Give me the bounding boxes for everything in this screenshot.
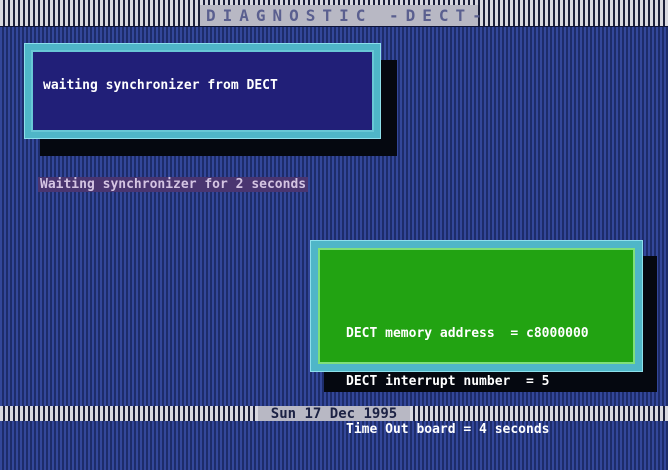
interrupt-number-line: DECT interrupt number = 5 xyxy=(346,374,550,389)
diagnostic-screen: { "header": { "title": "DIAGNOSTIC -DECT… xyxy=(0,0,668,437)
timeout-line: Time Out board = 4 seconds xyxy=(346,422,550,437)
title-bar: DIAGNOSTIC -DECT- xyxy=(0,0,668,27)
info-box: DECT memory address = c8000000 DECT inte… xyxy=(310,240,643,437)
status-bar: Sun 17 Dec 1995 xyxy=(0,406,668,421)
message-box: waiting synchronizer from DECT xyxy=(24,43,381,139)
info-lines: DECT memory address = c8000000 DECT inte… xyxy=(346,294,589,470)
message-box-inner: waiting synchronizer from DECT xyxy=(31,50,374,132)
info-box-inner: DECT memory address = c8000000 DECT inte… xyxy=(318,248,635,437)
app-title: DIAGNOSTIC -DECT- xyxy=(200,5,482,26)
status-line: Waiting synchronizer for 2 seconds xyxy=(38,177,309,192)
message-text: waiting synchronizer from DECT xyxy=(43,78,278,93)
date-display: Sun 17 Dec 1995 xyxy=(258,406,410,421)
memory-address-line: DECT memory address = c8000000 xyxy=(346,326,589,341)
